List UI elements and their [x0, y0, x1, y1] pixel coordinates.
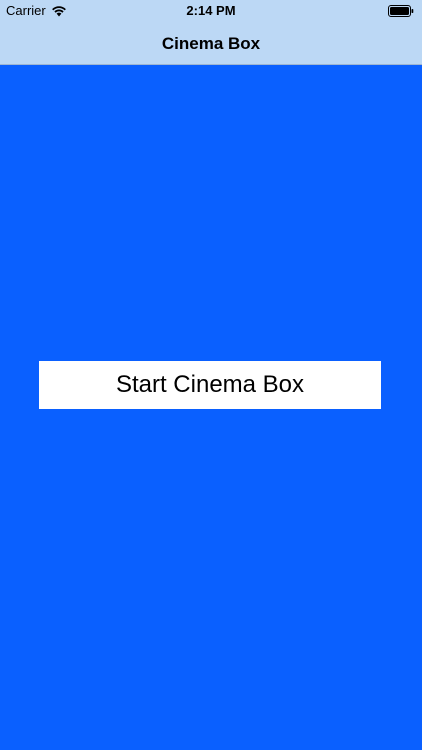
navigation-bar: Carrier 2:14 PM Cinema Box	[0, 0, 422, 65]
status-time: 2:14 PM	[186, 3, 236, 18]
status-bar: Carrier 2:14 PM	[0, 0, 422, 22]
page-title: Cinema Box	[161, 34, 261, 53]
start-cinema-box-button[interactable]: Start Cinema Box	[39, 361, 381, 409]
battery-icon	[388, 5, 414, 17]
